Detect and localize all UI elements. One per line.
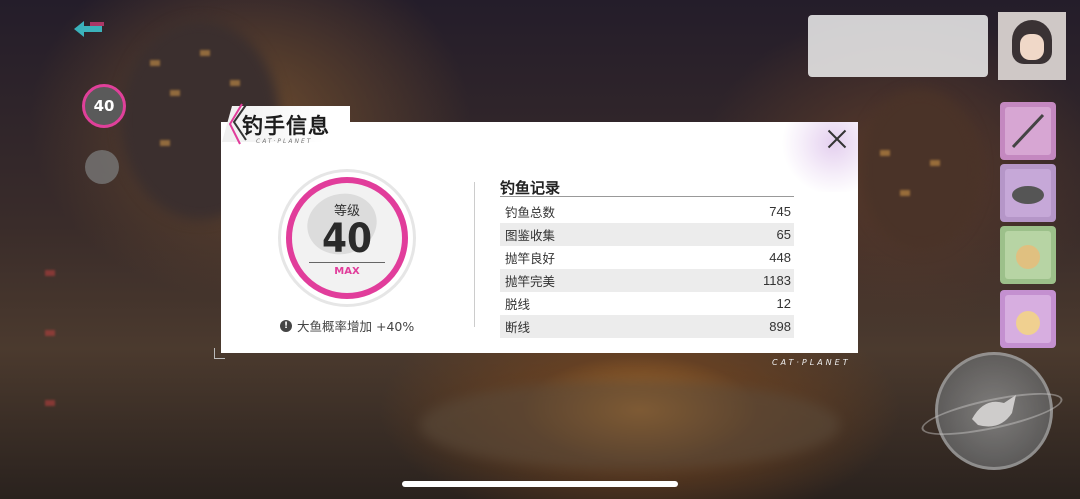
level-value: 40 xyxy=(321,216,373,262)
record-label: 断线 xyxy=(505,320,531,335)
record-row-collection: 图鉴收集 65 xyxy=(500,223,794,246)
fish-menu-item[interactable] xyxy=(78,150,126,184)
record-value: 12 xyxy=(776,296,791,311)
equipment-slot-cat[interactable] xyxy=(1000,290,1056,348)
record-value: 898 xyxy=(769,319,791,334)
buff-notice-panel xyxy=(808,15,988,77)
fishing-rod-icon xyxy=(1005,107,1051,155)
record-row-good-cast: 抛竿良好 448 xyxy=(500,246,794,269)
level-menu-item[interactable]: 40 xyxy=(80,72,128,128)
record-label: 图鉴收集 xyxy=(505,228,556,243)
record-label: 抛竿完美 xyxy=(505,274,556,289)
record-value: 1183 xyxy=(763,273,791,288)
home-indicator[interactable] xyxy=(402,481,678,487)
record-value: 65 xyxy=(776,227,791,242)
back-arrow-icon[interactable] xyxy=(72,18,108,40)
player-avatar[interactable] xyxy=(998,12,1066,80)
level-badge: 等级 40 MAX xyxy=(281,172,413,304)
food-icon xyxy=(1005,231,1051,279)
cast-button[interactable] xyxy=(918,352,1066,470)
record-label: 抛竿良好 xyxy=(505,251,556,266)
level-max-label: MAX xyxy=(334,266,360,277)
level-value-small: 40 xyxy=(93,97,115,115)
bonus-text: 大鱼概率增加 +40% xyxy=(297,319,415,334)
record-row-perfect-cast: 抛竿完美 1183 xyxy=(500,269,794,292)
equipment-slot-bait[interactable] xyxy=(1000,164,1056,222)
equipment-slot-rod[interactable] xyxy=(1000,102,1056,160)
record-label: 钓鱼总数 xyxy=(505,205,556,220)
records-list: 钓鱼总数 745 图鉴收集 65 抛竿良好 448 抛竿完美 1183 脱线 1… xyxy=(500,200,794,338)
level-badge-small: 40 xyxy=(82,84,126,128)
records-title: 钓鱼记录 xyxy=(500,179,561,197)
record-row-line-broken: 断线 898 xyxy=(500,315,794,338)
cast-rod-icon xyxy=(972,395,1016,427)
panel-subtitle: CAT·PLANET xyxy=(256,138,313,145)
cat-icon xyxy=(1005,295,1051,343)
equipment-slot-food[interactable] xyxy=(1000,226,1056,284)
panel-divider xyxy=(474,182,475,327)
panel-title: 钓手信息 xyxy=(242,114,330,138)
fish-icon xyxy=(85,150,119,184)
record-value: 448 xyxy=(769,250,791,265)
footer-brand: CAT·PLANET xyxy=(772,358,851,367)
bait-icon xyxy=(1005,169,1051,217)
bonus-info: ! 大鱼概率增加 +40% xyxy=(280,316,414,335)
record-value: 745 xyxy=(769,204,791,219)
record-label: 脱线 xyxy=(505,297,531,312)
close-icon[interactable] xyxy=(822,124,852,154)
record-row-unhooked: 脱线 12 xyxy=(500,292,794,315)
record-row-total: 钓鱼总数 745 xyxy=(500,200,794,223)
info-icon: ! xyxy=(280,319,292,332)
